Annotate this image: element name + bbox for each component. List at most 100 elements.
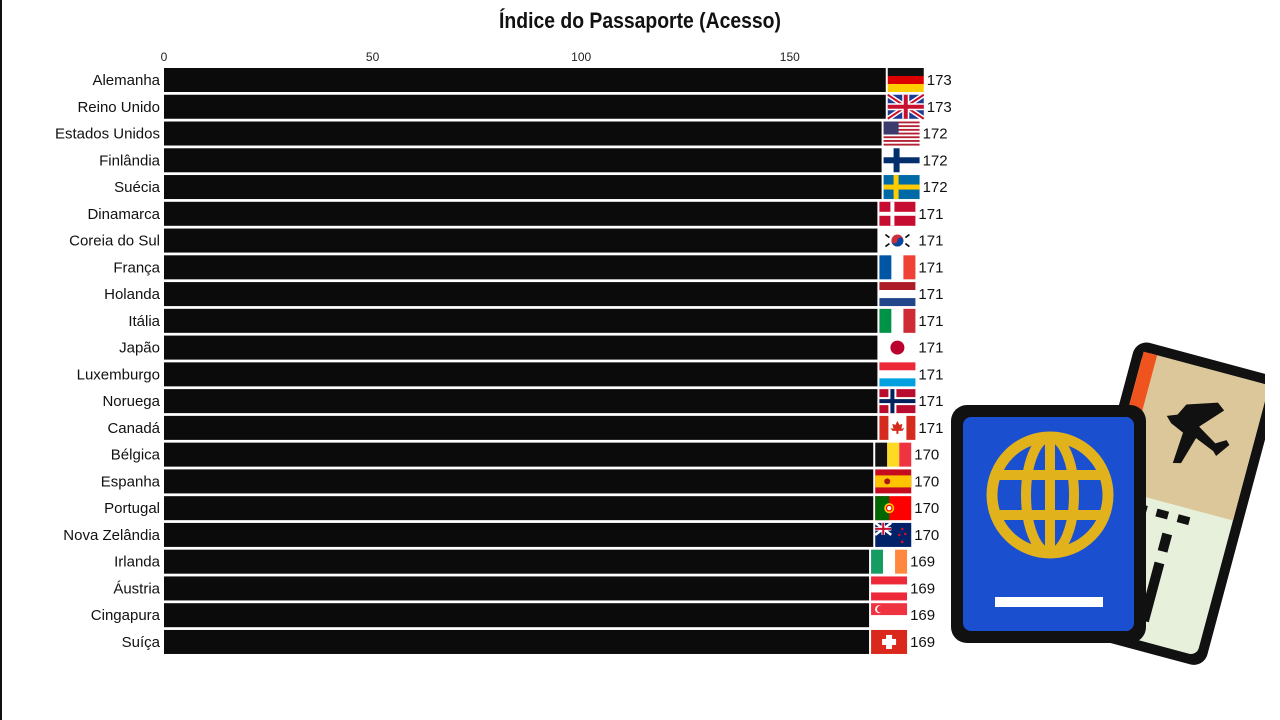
norway-flag-icon — [879, 389, 916, 414]
bar-row: Bélgica 170 — [111, 442, 939, 467]
category-label: Japão — [119, 340, 160, 357]
value-label: 170 — [914, 500, 939, 517]
value-label: 170 — [914, 447, 939, 464]
category-label: Irlanda — [114, 554, 161, 571]
bar-row: Estados Unidos 172 — [55, 121, 948, 146]
x-tick-label: 100 — [571, 50, 591, 64]
usa-flag-icon — [883, 121, 920, 146]
bars: Alemanha 173 Reino Unido 173 Estados Unidos 1… — [55, 68, 952, 654]
bar-row: Nova Zelândia 170 — [63, 521, 939, 547]
bar — [164, 228, 878, 253]
value-label: 171 — [918, 313, 943, 330]
bar — [164, 201, 878, 226]
bar-row: Canadá 171 — [107, 415, 943, 440]
new-zealand-flag-icon — [874, 521, 912, 547]
category-label: França — [113, 259, 160, 276]
category-label: Estados Unidos — [55, 126, 160, 143]
value-label: 172 — [923, 126, 948, 143]
value-label: 169 — [910, 607, 935, 624]
category-label: Finlândia — [99, 152, 161, 169]
bar-row: França 171 — [113, 255, 943, 280]
bar-row: Noruega 171 — [102, 389, 943, 414]
finland-flag-icon — [883, 148, 920, 173]
value-label: 171 — [918, 233, 943, 250]
category-label: Alemanha — [92, 72, 160, 89]
value-label: 169 — [910, 634, 935, 651]
bar — [164, 603, 870, 628]
value-label: 173 — [927, 72, 952, 89]
south-korea-flag-icon — [879, 228, 916, 253]
category-label: Reino Unido — [77, 99, 160, 116]
value-label: 171 — [918, 420, 943, 437]
category-label: Luxemburgo — [77, 366, 160, 383]
bar-row: Holanda 171 — [104, 282, 943, 307]
germany-flag-icon — [887, 68, 924, 92]
bar — [164, 576, 870, 601]
passport-icon — [951, 405, 1146, 643]
value-label: 169 — [910, 554, 935, 571]
denmark-flag-icon — [879, 201, 916, 226]
category-label: Canadá — [107, 420, 160, 437]
value-label: 171 — [918, 393, 943, 410]
category-label: Bélgica — [111, 447, 161, 464]
luxembourg-flag-icon — [879, 362, 916, 387]
bar-row: Irlanda 169 — [114, 549, 935, 574]
bar-row: Reino Unido 173 — [77, 92, 952, 121]
bar-row: Cingapura 169 — [91, 603, 935, 628]
category-label: Suécia — [114, 179, 161, 196]
portugal-flag-icon — [875, 496, 912, 521]
value-label: 171 — [918, 286, 943, 303]
sweden-flag-icon — [883, 175, 920, 200]
uk-flag-icon — [886, 92, 926, 121]
bar-row: Suécia 172 — [114, 175, 948, 200]
value-label: 171 — [918, 259, 943, 276]
bar — [164, 442, 874, 467]
bar-row: Portugal 170 — [104, 496, 939, 521]
bar — [164, 496, 874, 521]
value-label: 171 — [918, 340, 943, 357]
bar-row: Coreia do Sul 171 — [69, 228, 943, 253]
canada-flag-icon — [879, 415, 916, 440]
bar — [164, 335, 878, 360]
bar — [164, 522, 874, 547]
bar — [164, 469, 874, 494]
bar-row: Itália 171 — [128, 308, 943, 333]
x-axis-ticks: 0 50 100 150 — [161, 50, 800, 64]
category-label: Suíça — [122, 634, 161, 651]
bar-row: Alemanha 173 — [92, 68, 952, 92]
value-label: 171 — [918, 366, 943, 383]
singapore-flag-icon — [871, 603, 908, 628]
passport-and-boarding-pass-icon — [951, 342, 1265, 665]
category-label: Itália — [128, 313, 160, 330]
bar — [164, 148, 882, 173]
x-tick-label: 150 — [780, 50, 800, 64]
italy-flag-icon — [879, 308, 916, 333]
category-label: Cingapura — [91, 607, 161, 624]
category-label: Coreia do Sul — [69, 233, 160, 250]
value-label: 173 — [927, 99, 952, 116]
bar — [164, 362, 878, 387]
category-label: Holanda — [104, 286, 161, 303]
value-label: 169 — [910, 580, 935, 597]
category-label: Dinamarca — [87, 206, 160, 223]
category-label: Noruega — [102, 393, 160, 410]
bar — [164, 282, 878, 307]
bar-row: Dinamarca 171 — [87, 201, 943, 226]
value-label: 170 — [914, 527, 939, 544]
category-label: Portugal — [104, 500, 160, 517]
bar-row: Finlândia 172 — [99, 148, 948, 173]
switzerland-flag-icon — [871, 629, 908, 654]
austria-flag-icon — [871, 576, 908, 601]
x-tick-label: 0 — [161, 50, 168, 64]
bar-row: Áustria 169 — [113, 576, 935, 601]
bar — [164, 389, 878, 414]
netherlands-flag-icon — [879, 282, 916, 307]
bar — [164, 308, 878, 333]
bar — [164, 549, 870, 574]
value-label: 171 — [918, 206, 943, 223]
france-flag-icon — [879, 255, 916, 280]
bar-row: Suíça 169 — [122, 629, 935, 654]
bar — [164, 94, 886, 119]
x-tick-label: 50 — [366, 50, 380, 64]
belgium-flag-icon — [875, 442, 912, 467]
